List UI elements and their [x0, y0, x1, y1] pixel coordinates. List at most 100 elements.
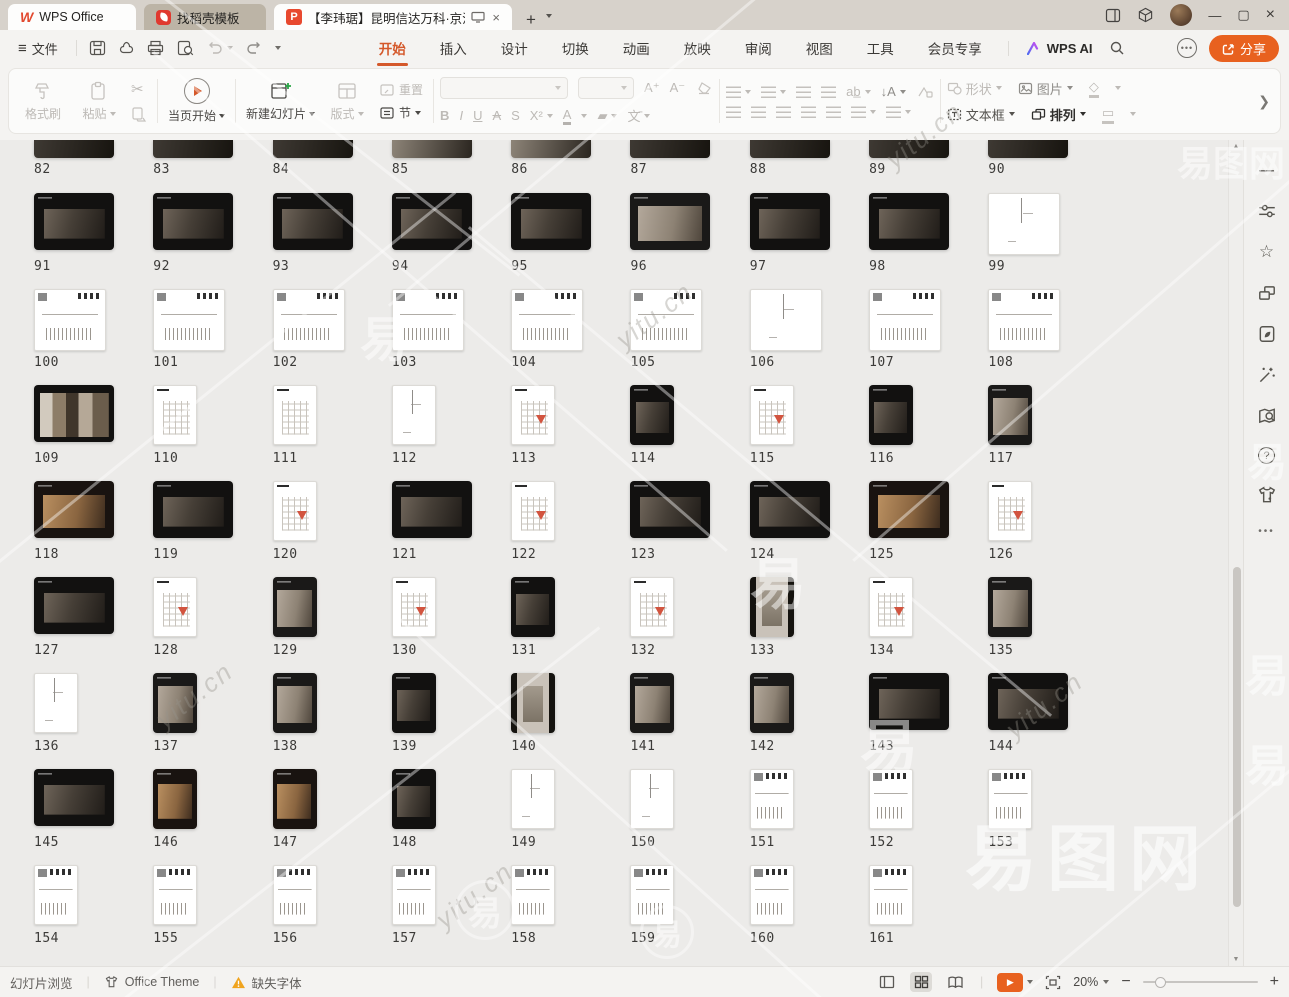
docer-resources-icon[interactable]: [1257, 324, 1277, 344]
slide-thumbnail-103[interactable]: [392, 289, 464, 351]
slide-thumbnail-112[interactable]: [392, 385, 436, 445]
slide-thumbnail-150[interactable]: [630, 769, 674, 829]
outline-color-button[interactable]: ▭: [1102, 105, 1114, 124]
insert-textbox-button[interactable]: 文本框: [947, 105, 1015, 124]
menu-tab-animation[interactable]: 动画: [621, 31, 652, 65]
zoom-in-button[interactable]: +: [1270, 973, 1279, 991]
text-tool-icon[interactable]: [916, 85, 934, 99]
slide-thumbnail-110[interactable]: [153, 385, 197, 445]
skin-shirt-icon[interactable]: [1257, 485, 1277, 505]
menu-tab-transition[interactable]: 切换: [560, 31, 591, 65]
zoom-out-button[interactable]: −: [1121, 973, 1130, 991]
slide-thumbnail-148[interactable]: [392, 769, 436, 829]
slide-thumbnail-129[interactable]: [273, 577, 317, 637]
align-center-icon[interactable]: [751, 106, 766, 118]
tab-list-dropdown-icon[interactable]: [546, 8, 552, 23]
bold-button[interactable]: B: [440, 108, 449, 123]
paste-button[interactable]: 粘贴: [75, 80, 123, 122]
pinyin-guide-button[interactable]: 文̄: [627, 106, 650, 125]
theme-button[interactable]: Office Theme: [104, 975, 200, 989]
scrollbar-thumb[interactable]: [1233, 567, 1241, 907]
slide-thumbnail-131[interactable]: [511, 577, 555, 637]
increase-indent-icon[interactable]: [821, 86, 836, 98]
share-button[interactable]: 分享: [1209, 35, 1279, 62]
wps-ai-button[interactable]: WPS AI: [1008, 41, 1093, 56]
close-tab-icon[interactable]: ×: [492, 10, 500, 25]
superscript-button[interactable]: X²: [530, 108, 553, 123]
numbered-list-button[interactable]: [761, 86, 786, 98]
italic-button[interactable]: I: [459, 108, 463, 123]
underline-button[interactable]: U: [473, 108, 482, 123]
properties-sliders-icon[interactable]: [1257, 201, 1277, 221]
increase-font-button[interactable]: A⁺: [644, 80, 660, 96]
slide-thumbnail-119[interactable]: [153, 481, 233, 538]
clear-format-icon[interactable]: [695, 81, 713, 95]
fill-color-button[interactable]: ◇: [1089, 79, 1099, 98]
cut-button[interactable]: ✂: [131, 80, 147, 98]
decrease-font-button[interactable]: A⁻: [670, 80, 686, 96]
slide-thumbnail-85[interactable]: [392, 140, 472, 158]
slide-thumbnail-83[interactable]: [153, 140, 233, 158]
more-tools-icon[interactable]: •••: [1258, 526, 1275, 537]
paragraph-spacing-button[interactable]: [886, 106, 911, 118]
copy-button[interactable]: [131, 106, 147, 122]
save-icon[interactable]: [89, 40, 106, 56]
slide-thumbnail-106[interactable]: [750, 289, 822, 351]
fit-screen-icon[interactable]: [1045, 975, 1061, 990]
slide-thumbnail-157[interactable]: [392, 865, 436, 925]
slide-thumbnail-152[interactable]: [869, 769, 913, 829]
slide-thumbnail-91[interactable]: [34, 193, 114, 250]
slide-thumbnail-113[interactable]: [511, 385, 555, 445]
line-spacing-button[interactable]: [851, 106, 876, 118]
section-button[interactable]: 节: [379, 104, 423, 121]
menu-tab-view[interactable]: 视图: [804, 31, 835, 65]
maximize-window-icon[interactable]: ▢: [1237, 7, 1249, 23]
decrease-indent-icon[interactable]: [796, 86, 811, 98]
slide-thumbnail-156[interactable]: [273, 865, 317, 925]
slide-thumbnail-111[interactable]: [273, 385, 317, 445]
slide-thumbnail-147[interactable]: [273, 769, 317, 829]
workspace-box-icon[interactable]: [1137, 7, 1154, 23]
font-color-button[interactable]: A: [563, 107, 572, 125]
minimize-window-icon[interactable]: —: [1208, 8, 1221, 23]
scroll-up-icon[interactable]: ▲: [1229, 143, 1243, 150]
menu-tab-slideshow[interactable]: 放映: [682, 31, 713, 65]
zoom-level-control[interactable]: 20%: [1073, 975, 1109, 989]
slide-thumbnail-122[interactable]: [511, 481, 555, 541]
menu-tab-tools[interactable]: 工具: [865, 31, 896, 65]
menu-tab-review[interactable]: 审阅: [743, 31, 774, 65]
slide-thumbnail-153[interactable]: [988, 769, 1032, 829]
zoom-slider[interactable]: [1143, 981, 1258, 983]
file-menu-button[interactable]: ≡ 文件: [10, 39, 66, 58]
split-window-icon[interactable]: [1105, 8, 1121, 23]
slide-thumbnail-133[interactable]: [750, 577, 794, 637]
slide-thumbnail-96[interactable]: [630, 193, 710, 250]
slide-thumbnail-126[interactable]: [988, 481, 1032, 541]
slide-thumbnail-107[interactable]: [869, 289, 941, 351]
text-direction-button[interactable]: ↓A: [881, 84, 906, 99]
slide-thumbnail-154[interactable]: [34, 865, 78, 925]
slide-thumbnail-145[interactable]: [34, 769, 114, 826]
undo-button[interactable]: [207, 41, 233, 55]
distribute-icon[interactable]: [826, 106, 841, 118]
slide-thumbnail-89[interactable]: [869, 140, 949, 158]
reset-slide-button[interactable]: 重置: [379, 81, 423, 98]
navigation-map-icon[interactable]: [1257, 406, 1277, 426]
bullet-list-button[interactable]: [726, 86, 751, 98]
slide-thumbnail-86[interactable]: [511, 140, 591, 158]
ribbon-expand-chevron-icon[interactable]: ❯: [1254, 93, 1274, 110]
play-slideshow-button[interactable]: ▶: [997, 973, 1033, 992]
slide-thumbnail-84[interactable]: [273, 140, 353, 158]
slide-thumbnail-120[interactable]: [273, 481, 317, 541]
font-size-select[interactable]: [578, 77, 634, 99]
slide-thumbnail-141[interactable]: [630, 673, 674, 733]
tab-template-store[interactable]: 找稻壳模板: [144, 4, 266, 30]
slide-thumbnail-138[interactable]: [273, 673, 317, 733]
slide-thumbnail-134[interactable]: [869, 577, 913, 637]
print-icon[interactable]: [147, 40, 164, 56]
redo-icon[interactable]: [246, 41, 262, 55]
close-window-icon[interactable]: ×: [1266, 6, 1275, 24]
slide-thumbnail-101[interactable]: [153, 289, 225, 351]
slide-thumbnail-99[interactable]: [988, 193, 1060, 255]
slide-thumbnail-82[interactable]: [34, 140, 114, 158]
